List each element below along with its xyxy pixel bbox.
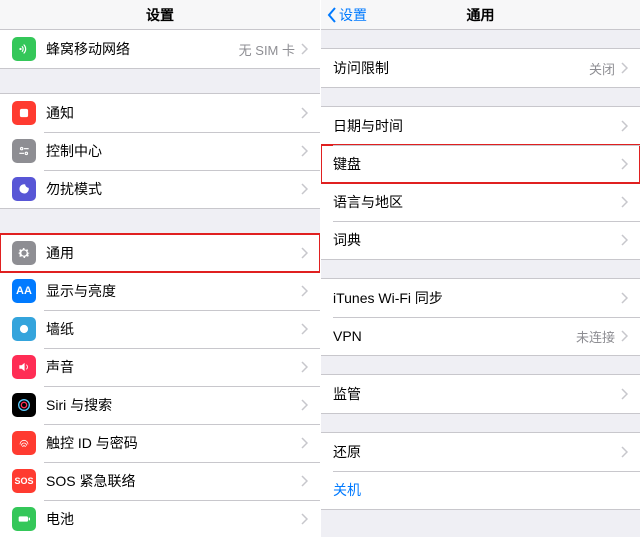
settings-screen: 设置 蜂窝移动网络 无 SIM 卡 通知 <box>0 0 320 537</box>
row-label: SOS 紧急联络 <box>46 471 301 491</box>
row-general[interactable]: 通用 <box>0 234 320 272</box>
chevron-right-icon <box>621 62 628 74</box>
cellular-icon <box>12 37 36 61</box>
row-reset[interactable]: 还原 <box>321 433 640 471</box>
chevron-right-icon <box>301 475 308 487</box>
sos-icon: SOS <box>12 469 36 493</box>
chevron-right-icon <box>621 120 628 132</box>
row-siri[interactable]: Siri 与搜索 <box>0 386 320 424</box>
nav-title: 设置 <box>146 5 174 25</box>
chevron-right-icon <box>301 361 308 373</box>
row-notifications[interactable]: 通知 <box>0 94 320 132</box>
row-control-center[interactable]: 控制中心 <box>0 132 320 170</box>
row-sound[interactable]: 声音 <box>0 348 320 386</box>
row-label: iTunes Wi-Fi 同步 <box>333 288 621 308</box>
row-keyboard[interactable]: 键盘 <box>321 145 640 183</box>
chevron-right-icon <box>301 323 308 335</box>
chevron-right-icon <box>621 446 628 458</box>
chevron-right-icon <box>301 437 308 449</box>
row-label: 显示与亮度 <box>46 281 301 301</box>
row-itunes-wifi[interactable]: iTunes Wi-Fi 同步 <box>321 279 640 317</box>
row-restrictions[interactable]: 访问限制 关闭 <box>321 49 640 87</box>
chevron-right-icon <box>621 388 628 400</box>
navbar: 设置 <box>0 0 320 30</box>
row-label: 还原 <box>333 442 621 462</box>
row-dictionary[interactable]: 词典 <box>321 221 640 259</box>
row-label: 日期与时间 <box>333 116 621 136</box>
row-label: 勿扰模式 <box>46 179 301 199</box>
back-button[interactable]: 设置 <box>327 0 367 29</box>
chevron-right-icon <box>301 107 308 119</box>
row-label: 键盘 <box>333 154 621 174</box>
row-value: 关闭 <box>589 59 615 78</box>
row-value: 未连接 <box>576 327 615 346</box>
row-label: 蜂窝移动网络 <box>46 39 239 59</box>
notifications-icon <box>12 101 36 125</box>
row-label: 通用 <box>46 243 301 263</box>
chevron-right-icon <box>621 234 628 246</box>
row-label: 访问限制 <box>333 58 589 78</box>
battery-icon <box>12 507 36 531</box>
row-label: 监管 <box>333 384 621 404</box>
row-label: 触控 ID 与密码 <box>46 433 301 453</box>
row-cellular[interactable]: 蜂窝移动网络 无 SIM 卡 <box>0 30 320 68</box>
row-label: Siri 与搜索 <box>46 395 301 415</box>
chevron-right-icon <box>301 285 308 297</box>
nav-title: 通用 <box>467 5 495 25</box>
general-screen: 设置 通用 访问限制 关闭 日期与时间 键盘 语言与地区 <box>320 0 640 537</box>
row-label: 墙纸 <box>46 319 301 339</box>
row-display[interactable]: AA 显示与亮度 <box>0 272 320 310</box>
chevron-right-icon <box>621 158 628 170</box>
chevron-right-icon <box>621 330 628 342</box>
chevron-right-icon <box>301 145 308 157</box>
row-label: 电池 <box>46 509 301 529</box>
row-label: 语言与地区 <box>333 192 621 212</box>
chevron-right-icon <box>301 183 308 195</box>
row-vpn[interactable]: VPN 未连接 <box>321 317 640 355</box>
general-icon <box>12 241 36 265</box>
chevron-right-icon <box>301 513 308 525</box>
row-sos[interactable]: SOS SOS 紧急联络 <box>0 462 320 500</box>
row-label: 通知 <box>46 103 301 123</box>
row-touchid[interactable]: 触控 ID 与密码 <box>0 424 320 462</box>
chevron-left-icon <box>327 7 337 23</box>
navbar: 设置 通用 <box>321 0 640 30</box>
settings-list[interactable]: 蜂窝移动网络 无 SIM 卡 通知 控制中心 <box>0 30 320 537</box>
chevron-right-icon <box>621 196 628 208</box>
siri-icon <box>12 393 36 417</box>
row-label: 控制中心 <box>46 141 301 161</box>
dnd-icon <box>12 177 36 201</box>
row-battery[interactable]: 电池 <box>0 500 320 537</box>
row-label: 词典 <box>333 230 621 250</box>
row-label: VPN <box>333 328 576 344</box>
row-datetime[interactable]: 日期与时间 <box>321 107 640 145</box>
row-supervision[interactable]: 监管 <box>321 375 640 413</box>
sound-icon <box>12 355 36 379</box>
control-center-icon <box>12 139 36 163</box>
row-value: 无 SIM 卡 <box>239 40 295 59</box>
row-dnd[interactable]: 勿扰模式 <box>0 170 320 208</box>
row-shutdown[interactable]: 关机 <box>321 471 640 509</box>
row-label: 声音 <box>46 357 301 377</box>
chevron-right-icon <box>621 292 628 304</box>
wallpaper-icon <box>12 317 36 341</box>
general-list[interactable]: 访问限制 关闭 日期与时间 键盘 语言与地区 词典 <box>321 30 640 537</box>
row-label: 关机 <box>333 480 628 500</box>
display-icon: AA <box>12 279 36 303</box>
chevron-right-icon <box>301 247 308 259</box>
chevron-right-icon <box>301 399 308 411</box>
back-label: 设置 <box>339 5 367 25</box>
row-wallpaper[interactable]: 墙纸 <box>0 310 320 348</box>
touchid-icon <box>12 431 36 455</box>
chevron-right-icon <box>301 43 308 55</box>
row-language[interactable]: 语言与地区 <box>321 183 640 221</box>
